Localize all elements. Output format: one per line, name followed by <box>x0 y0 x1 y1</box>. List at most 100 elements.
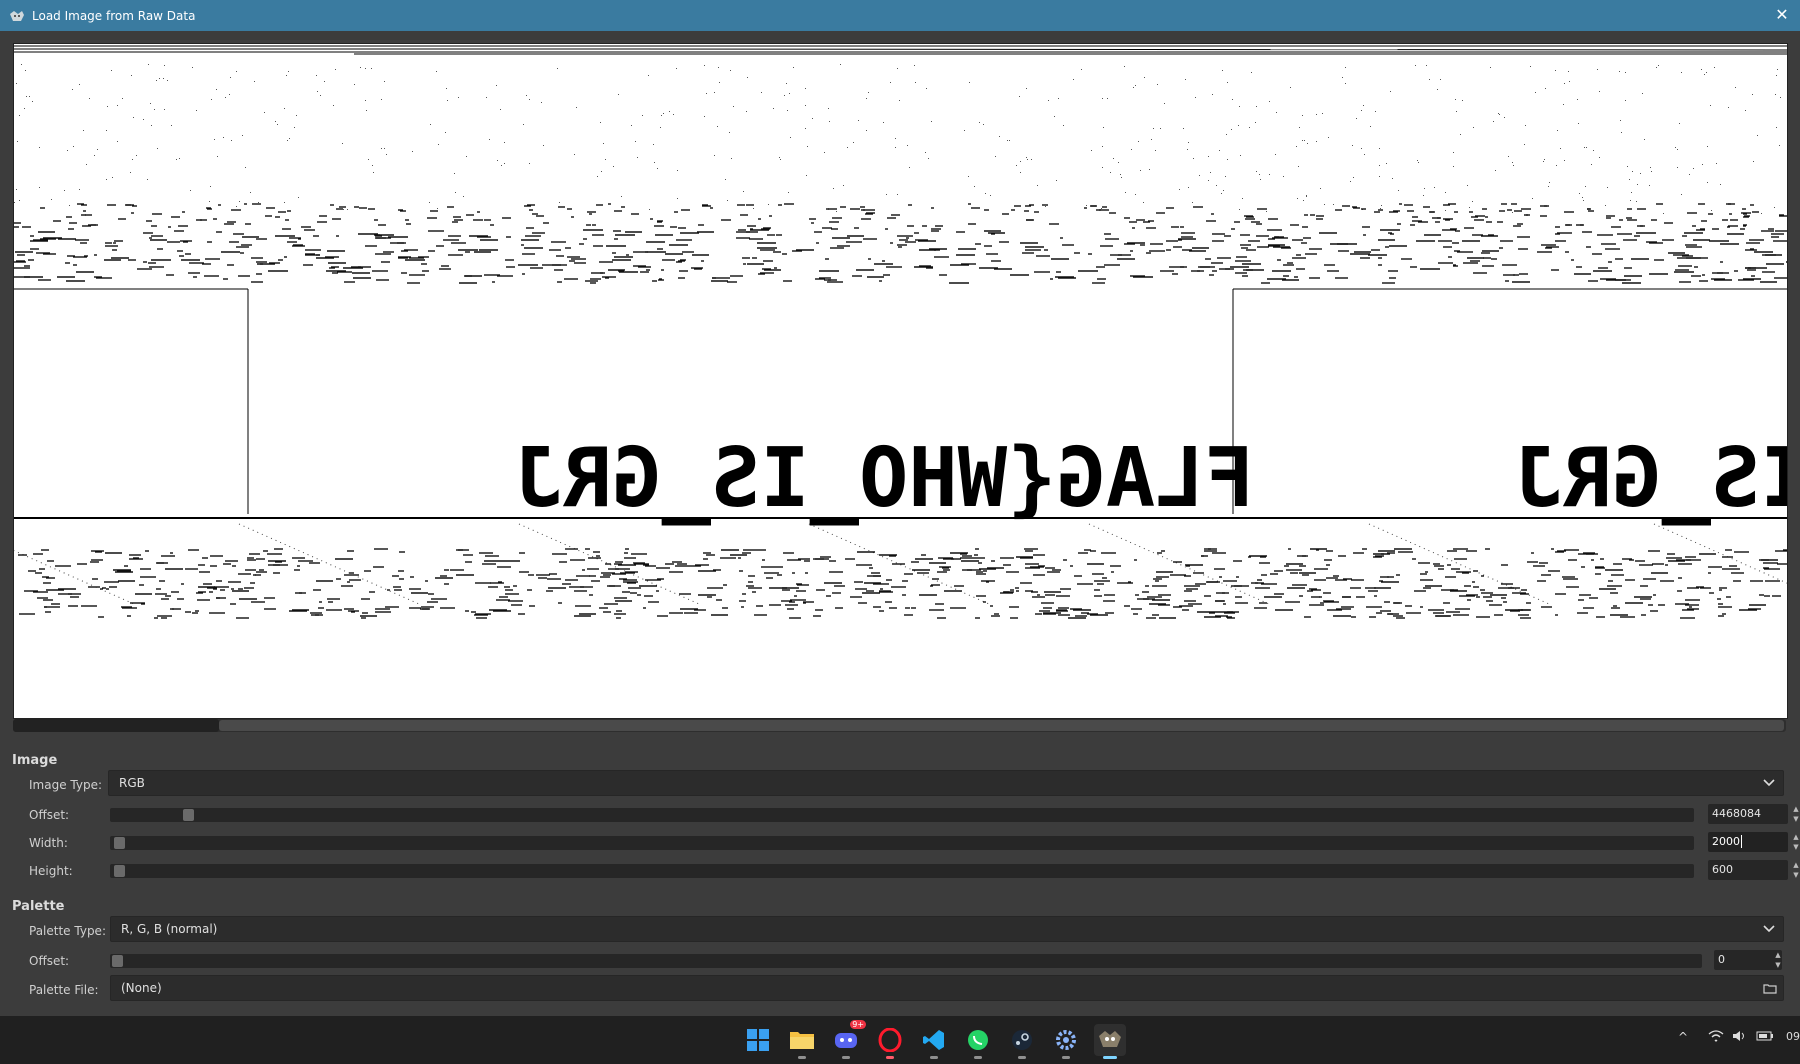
noise-dot <box>1379 176 1380 177</box>
width-label: Width: <box>29 836 68 850</box>
noise-dot <box>613 166 614 167</box>
noise-dot <box>1704 74 1705 75</box>
noise-dot <box>347 209 348 210</box>
noise-dot <box>1437 89 1438 90</box>
offset-slider-thumb[interactable] <box>183 809 194 821</box>
chevron-up-icon[interactable]: ^ <box>1678 1030 1688 1044</box>
noise-dot <box>1392 178 1393 179</box>
running-indicator <box>886 1056 894 1059</box>
noise-dot <box>372 165 373 166</box>
steam-button[interactable] <box>1006 1024 1038 1059</box>
wifi-icon[interactable] <box>1708 1030 1724 1045</box>
discord-button[interactable]: 9+ <box>830 1020 866 1059</box>
noise-dot <box>731 158 732 159</box>
noise-dot <box>868 92 869 93</box>
settings-button[interactable] <box>1050 1024 1082 1059</box>
noise-dot <box>1322 113 1323 114</box>
height-slider-thumb[interactable] <box>114 865 125 877</box>
noise-dot <box>210 186 211 187</box>
noise-dot <box>190 190 191 191</box>
noise-dot <box>1118 162 1119 163</box>
palette-file-chooser[interactable]: (None) <box>110 975 1784 1001</box>
width-slider-thumb[interactable] <box>114 837 125 849</box>
noise-dot <box>853 142 854 143</box>
scrollbar-track[interactable] <box>219 720 1784 731</box>
noise-dot <box>1306 196 1307 197</box>
noise-dot <box>1216 185 1217 186</box>
raw-data-preview[interactable]: FLAG{WHO_IS_GRJ FLAG{WHO_IS_GRJ <box>13 43 1788 719</box>
noise-dot <box>907 145 908 146</box>
gimp-button[interactable] <box>1094 1024 1126 1059</box>
noise-dot <box>1133 87 1134 88</box>
noise-dot <box>83 130 84 131</box>
palette-offset-slider-thumb[interactable] <box>112 955 123 967</box>
height-spinbox[interactable]: 600 ▲ ▼ <box>1708 860 1799 880</box>
noise-dot <box>603 143 604 144</box>
noise-dot <box>1445 192 1446 193</box>
horizontal-scrollbar[interactable] <box>13 719 1786 732</box>
noise-dot <box>1545 88 1546 89</box>
noise-dot <box>1460 134 1461 135</box>
palette-offset-slider[interactable] <box>110 954 1702 968</box>
noise-dot <box>1193 158 1194 159</box>
noise-dot <box>1593 150 1594 151</box>
close-button[interactable]: ✕ <box>1772 4 1792 26</box>
width-spin-arrows[interactable]: ▲ ▼ <box>1790 832 1800 852</box>
image-type-dropdown[interactable]: RGB <box>108 770 1784 796</box>
noise-dot <box>968 176 969 177</box>
noise-dot <box>828 108 829 109</box>
file-explorer-button[interactable] <box>786 1024 818 1059</box>
folder-open-icon[interactable] <box>1763 981 1777 995</box>
noise-dot <box>136 155 137 156</box>
width-spinbox[interactable]: 2000 ▲ ▼ <box>1708 832 1799 852</box>
gimp-icon <box>1099 1031 1121 1047</box>
noise-dot <box>812 118 813 119</box>
noise-dot <box>1026 88 1027 89</box>
volume-icon[interactable] <box>1732 1030 1748 1045</box>
palette-file-value: (None) <box>121 981 162 995</box>
offset-slider[interactable] <box>110 808 1694 822</box>
palette-offset-spinbox[interactable]: 0 ▲ ▼ <box>1714 950 1782 970</box>
noise-dot <box>1266 211 1267 212</box>
noise-dot <box>156 80 157 81</box>
battery-icon[interactable] <box>1756 1030 1774 1045</box>
noise-dot <box>500 109 501 110</box>
windows-start-button[interactable] <box>742 1024 774 1056</box>
width-slider[interactable] <box>110 836 1694 850</box>
noise-dot <box>1081 69 1082 70</box>
noise-dot <box>1232 99 1233 100</box>
noise-dot <box>1493 121 1494 122</box>
whatsapp-button[interactable] <box>962 1024 994 1059</box>
palette-type-dropdown[interactable]: R, G, B (normal) <box>110 916 1784 942</box>
height-spin-arrows[interactable]: ▲ ▼ <box>1790 860 1800 880</box>
noise-dot <box>660 127 661 128</box>
noise-dot <box>1499 114 1500 115</box>
noise-dot <box>1445 210 1446 211</box>
noise-dot <box>463 196 464 197</box>
noise-dot <box>39 147 40 148</box>
noise-dot <box>1188 187 1189 188</box>
palette-offset-spin-arrows[interactable]: ▲ ▼ <box>1772 950 1784 970</box>
noise-dot <box>1379 165 1380 166</box>
noise-dot <box>1020 161 1021 162</box>
noise-dot <box>217 156 218 157</box>
noise-dot <box>807 146 808 147</box>
vscode-button[interactable] <box>918 1024 950 1059</box>
palette-section-heading: Palette <box>12 899 65 914</box>
offset-spinbox[interactable]: 4468084 ▲ ▼ <box>1708 804 1799 824</box>
noise-dot <box>790 137 791 138</box>
noise-dot <box>1020 172 1021 173</box>
noise-dot <box>1701 69 1702 70</box>
scrollbar-thumb[interactable] <box>13 719 219 732</box>
noise-dot <box>1753 161 1754 162</box>
noise-dot <box>768 204 769 205</box>
noise-dot <box>430 124 431 125</box>
noise-dot <box>286 75 287 76</box>
opera-button[interactable] <box>874 1024 906 1059</box>
noise-dot <box>1297 198 1298 199</box>
noise-dot <box>1651 171 1652 172</box>
noise-dot <box>928 158 929 159</box>
noise-dot <box>1710 105 1711 106</box>
height-slider[interactable] <box>110 864 1694 878</box>
offset-spin-arrows[interactable]: ▲ ▼ <box>1790 804 1800 824</box>
